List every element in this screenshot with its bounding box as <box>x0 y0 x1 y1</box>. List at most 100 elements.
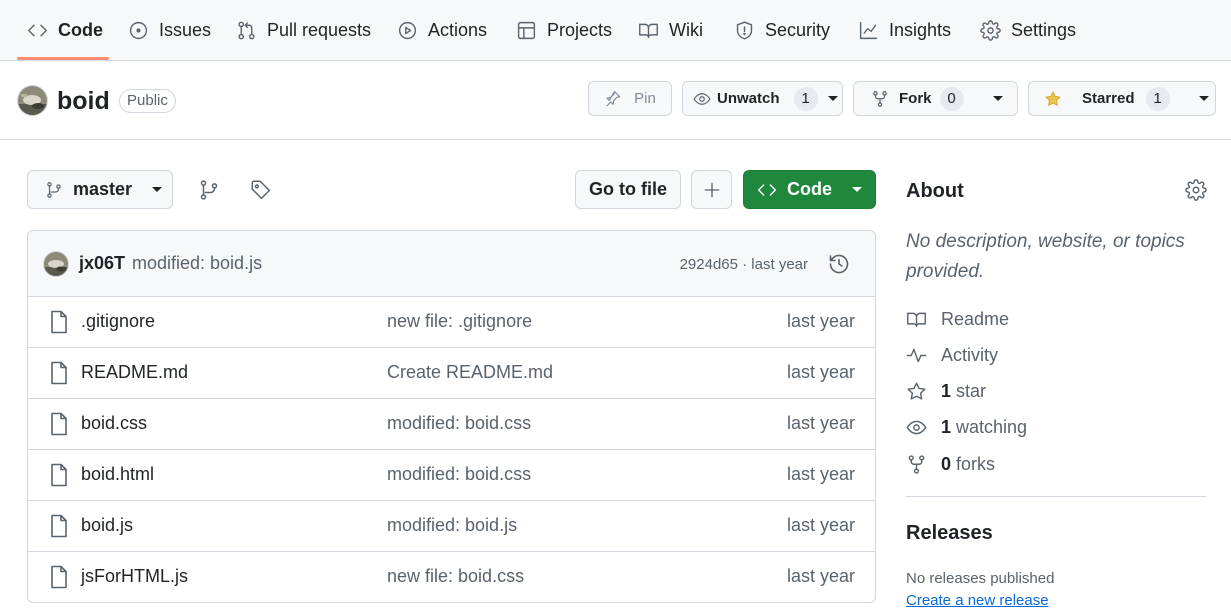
table-row[interactable]: .gitignore new file: .gitignore last yea… <box>28 297 875 348</box>
file-name[interactable]: README.md <box>81 362 188 383</box>
branch-selector[interactable]: master <box>27 170 173 209</box>
shield-icon <box>734 20 755 41</box>
releases-heading[interactable]: Releases <box>906 522 993 545</box>
repo-name[interactable]: boid <box>57 85 110 117</box>
file-commit-time: last year <box>786 362 855 382</box>
fork-dropdown[interactable] <box>977 82 1018 115</box>
commit-message[interactable]: modified: boid.js <box>132 253 262 274</box>
code-dropdown-button[interactable]: Code <box>743 170 876 209</box>
fork-button[interactable]: Fork 0 <box>854 82 977 115</box>
star-icon <box>906 381 941 402</box>
graph-icon <box>858 20 879 41</box>
tab-label: Actions <box>428 20 488 40</box>
tab-label: Pull requests <box>267 20 372 40</box>
tab-issues[interactable]: Issues <box>128 0 211 61</box>
tab-pull-requests[interactable]: Pull requests <box>236 0 371 61</box>
commit-author[interactable]: jx06T <box>79 253 125 274</box>
starred-label: Starred <box>1082 90 1135 107</box>
chevron-down-icon <box>152 187 163 192</box>
file-name[interactable]: boid.html <box>81 464 154 485</box>
watch-count: 1 <box>793 86 818 111</box>
file-name[interactable]: jsForHTML.js <box>81 566 188 587</box>
sidebar-divider <box>906 496 1206 497</box>
gear-icon <box>1185 179 1207 201</box>
unwatch-button[interactable]: Unwatch 1 <box>683 82 827 115</box>
tab-settings[interactable]: Settings <box>980 0 1076 61</box>
file-commit-message[interactable]: modified: boid.css <box>387 464 531 485</box>
watch-dropdown[interactable] <box>827 82 848 115</box>
table-row[interactable]: README.md Create README.md last year <box>28 348 875 399</box>
pin-icon <box>604 90 622 108</box>
file-commit-time: last year <box>786 311 855 331</box>
branch-name: master <box>73 179 133 199</box>
unwatch-label: Unwatch <box>717 90 780 107</box>
file-commit-message[interactable]: modified: boid.js <box>387 515 517 536</box>
tab-security[interactable]: Security <box>734 0 830 61</box>
tab-label: Code <box>58 20 103 40</box>
repo-nav: Code Issues Pull requests Actions Projec… <box>0 0 1231 61</box>
tags-link[interactable] <box>250 179 272 201</box>
file-icon <box>49 514 69 538</box>
tab-actions[interactable]: Actions <box>397 0 487 61</box>
code-icon <box>757 180 777 200</box>
commit-author-avatar[interactable] <box>43 251 69 277</box>
file-list: jx06T modified: boid.js 2924d65 · last y… <box>27 230 876 603</box>
stars-link[interactable]: 1 star <box>906 379 986 403</box>
commit-history-button[interactable] <box>827 252 851 276</box>
table-row[interactable]: boid.html modified: boid.css last year <box>28 450 875 501</box>
starred-button[interactable]: Starred 1 <box>1029 82 1184 115</box>
star-count: 1 <box>1145 86 1170 111</box>
tab-label: Issues <box>159 20 212 40</box>
git-branch-icon <box>45 181 63 199</box>
create-release-link[interactable]: Create a new release <box>906 592 1049 609</box>
file-name[interactable]: boid.js <box>81 515 133 536</box>
edit-about-button[interactable] <box>1185 179 1207 201</box>
owner-avatar[interactable] <box>17 85 48 116</box>
file-name[interactable]: .gitignore <box>81 311 155 332</box>
about-heading: About <box>906 180 964 202</box>
history-icon <box>827 252 851 276</box>
play-icon <box>397 20 418 41</box>
book-icon <box>638 20 659 41</box>
code-icon <box>27 20 48 41</box>
active-tab-underline <box>17 57 109 60</box>
tab-insights[interactable]: Insights <box>858 0 951 61</box>
pin-button[interactable]: Pin <box>588 81 672 116</box>
add-file-button[interactable] <box>691 170 732 209</box>
file-commit-time: last year <box>786 515 855 535</box>
go-to-file-button[interactable]: Go to file <box>575 170 681 209</box>
tab-label: Insights <box>889 20 952 40</box>
table-row[interactable]: boid.css modified: boid.css last year <box>28 399 875 450</box>
file-commit-message[interactable]: new file: boid.css <box>387 566 524 587</box>
tag-icon <box>250 179 272 201</box>
star-dropdown[interactable] <box>1184 82 1224 115</box>
tab-code[interactable]: Code <box>27 0 103 61</box>
file-name[interactable]: boid.css <box>81 413 147 434</box>
tab-label: Settings <box>1011 20 1077 40</box>
commit-hash-time[interactable]: 2924d65 · last year <box>680 256 808 273</box>
table-row[interactable]: boid.js modified: boid.js last year <box>28 501 875 552</box>
file-commit-message[interactable]: modified: boid.css <box>387 413 531 434</box>
table-icon <box>516 20 537 41</box>
eye-icon <box>906 417 941 438</box>
issue-opened-icon <box>128 20 149 41</box>
file-icon <box>49 361 69 385</box>
go-to-file-label: Go to file <box>589 179 667 199</box>
branches-link[interactable] <box>198 179 220 201</box>
file-commit-time: last year <box>786 566 855 586</box>
eye-icon <box>693 90 711 108</box>
file-commit-message[interactable]: Create README.md <box>387 362 553 383</box>
readme-link[interactable]: Readme <box>906 307 1009 331</box>
forks-label: forks <box>956 453 996 474</box>
file-icon <box>49 412 69 436</box>
chevron-down-icon <box>827 96 838 101</box>
book-icon <box>906 309 941 330</box>
tab-wiki[interactable]: Wiki <box>638 0 703 61</box>
file-commit-message[interactable]: new file: .gitignore <box>387 311 532 332</box>
table-row[interactable]: jsForHTML.js new file: boid.css last yea… <box>28 552 875 602</box>
forks-link[interactable]: 0 forks <box>906 452 995 476</box>
star-fill-icon <box>1044 90 1062 108</box>
watchers-link[interactable]: 1 watching <box>906 415 1027 439</box>
tab-projects[interactable]: Projects <box>516 0 612 61</box>
activity-link[interactable]: Activity <box>906 343 998 367</box>
